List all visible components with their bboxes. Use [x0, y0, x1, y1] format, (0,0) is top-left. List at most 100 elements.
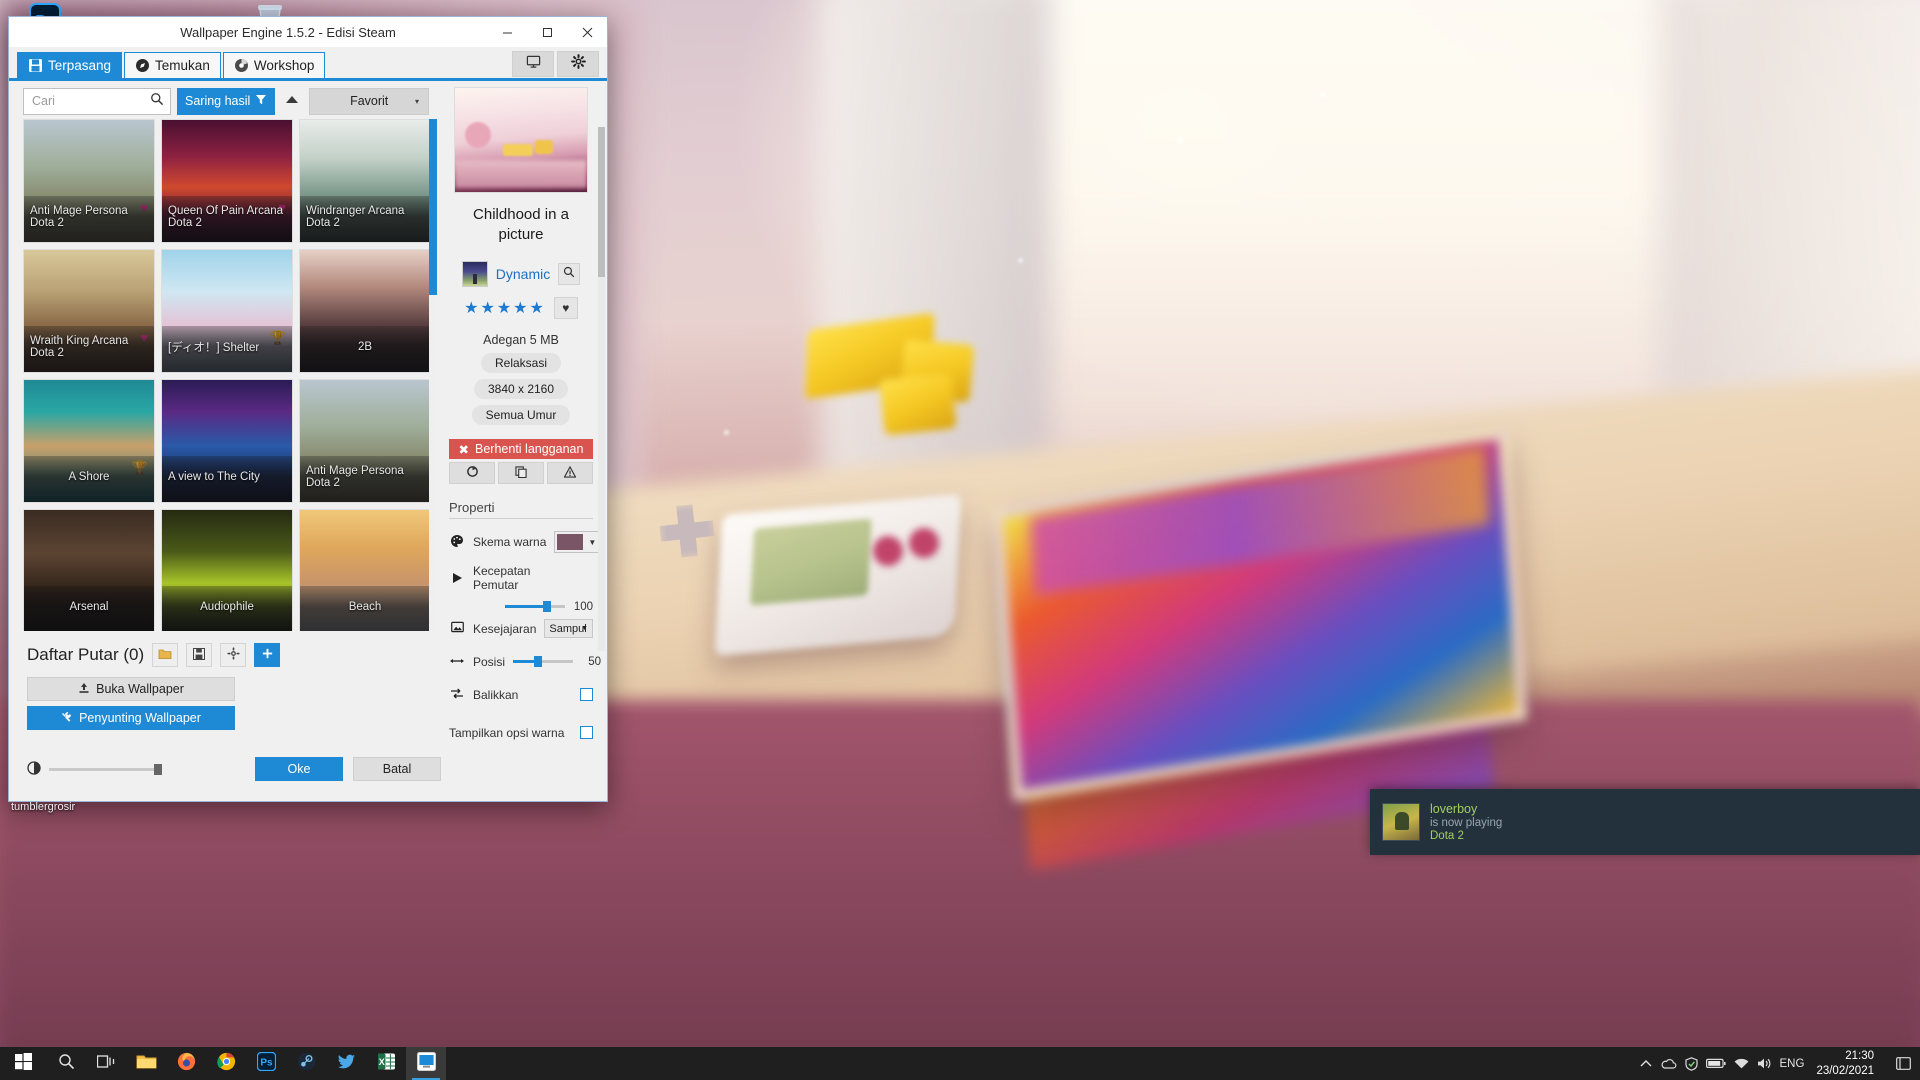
playback-speed-slider[interactable] [505, 601, 565, 613]
minimize-button[interactable] [487, 17, 527, 47]
wallpaper-engine-window: Wallpaper Engine 1.5.2 - Edisi Steam Ter… [8, 16, 608, 813]
monitor-button[interactable] [512, 51, 554, 77]
taskbar-excel[interactable]: X [366, 1047, 406, 1080]
search-icon[interactable] [150, 92, 164, 111]
taskbar-photoshop[interactable]: Ps [246, 1047, 286, 1080]
position-slider[interactable] [513, 656, 574, 668]
notification-center-button[interactable] [1892, 1047, 1914, 1080]
svg-text:X: X [378, 1056, 384, 1066]
wallpaper-card[interactable]: Anti Mage Persona Dota 2 [299, 379, 431, 503]
volume-slider-knob[interactable] [154, 763, 162, 775]
wallpaper-card[interactable]: Audiophile [161, 509, 293, 631]
grid-scrollbar-thumb[interactable] [429, 119, 437, 295]
property-row-show-color-options: Tampilkan opsi warna [449, 723, 593, 743]
wallpaper-gameboy-button-a [909, 528, 939, 558]
property-row-alignment: Kesejajaran Sampul ▼ [449, 619, 593, 639]
settings-button[interactable] [557, 51, 599, 77]
detail-size-label: Adegan 5 MB [483, 332, 559, 347]
show-color-options-checkbox[interactable] [580, 726, 593, 740]
wallpaper-editor-label: Penyunting Wallpaper [79, 711, 201, 725]
sort-dropdown[interactable]: Favorit ▾ [309, 87, 429, 115]
maximize-button[interactable] [527, 17, 567, 47]
ok-button[interactable]: Oke [255, 757, 343, 781]
wallpaper-card[interactable]: 2B [299, 249, 431, 373]
image-icon [449, 621, 465, 636]
taskbar-steam[interactable] [286, 1047, 326, 1080]
upload-icon [78, 682, 90, 697]
detail-preview-image[interactable] [454, 87, 588, 194]
unsubscribe-label: Berhenti langganan [475, 442, 584, 457]
sort-value: Favorit [350, 94, 389, 108]
taskbar-firefox[interactable] [166, 1047, 206, 1080]
filter-button[interactable]: Saring hasil [177, 87, 276, 115]
wallpaper-card[interactable]: Beach [299, 509, 431, 631]
rating-stars[interactable]: ★★★★★ [464, 298, 546, 318]
tab-workshop[interactable]: Workshop [222, 52, 326, 78]
detail-tag[interactable]: Semua Umur [471, 404, 571, 425]
wallpaper-yellow-block-2 [879, 372, 957, 436]
wallpaper-card[interactable]: ♥Wraith King Arcana Dota 2 [23, 249, 155, 373]
wallpaper-title: Queen Of Pain Arcana Dota 2 [162, 196, 292, 242]
notification-text: loverboy is now playing Dota 2 [1430, 802, 1502, 842]
search-icon [563, 265, 575, 283]
open-wallpaper-button[interactable]: Buka Wallpaper [27, 677, 235, 701]
window-titlebar[interactable]: Wallpaper Engine 1.5.2 - Edisi Steam [9, 17, 607, 47]
taskbar-file-explorer[interactable] [126, 1047, 166, 1080]
taskbar-bird-app[interactable] [326, 1047, 366, 1080]
firefox-icon [177, 1052, 196, 1076]
chevron-up-icon[interactable] [1640, 1059, 1652, 1069]
window-body: Cari Saring hasil Favorit ▾ Anti Mage Pe… [9, 81, 607, 743]
author-search-button[interactable] [558, 262, 581, 285]
taskbar-search[interactable] [46, 1047, 86, 1080]
detail-author-name[interactable]: Dynamic [496, 266, 550, 282]
taskbar-wallpaper-engine[interactable] [406, 1047, 446, 1080]
volume-icon[interactable] [1757, 1057, 1772, 1070]
wallpaper-card[interactable]: A view to The City [161, 379, 293, 503]
search-input[interactable]: Cari [23, 87, 171, 115]
clock-time: 21:30 [1845, 1050, 1874, 1063]
grid-scrollbar[interactable] [429, 119, 437, 631]
start-button[interactable] [0, 1047, 46, 1080]
detail-tag[interactable]: Relaksasi [480, 352, 562, 373]
alignment-dropdown[interactable]: Sampul ▼ [544, 619, 593, 639]
steam-notification[interactable]: loverboy is now playing Dota 2 [1370, 789, 1920, 855]
wallpaper-card[interactable]: ♥Anti Mage Persona Dota 2 [23, 119, 155, 243]
color-scheme-picker[interactable]: ▼ [554, 531, 601, 554]
report-wallpaper-button[interactable] [547, 462, 593, 485]
detail-tag[interactable]: 3840 x 2160 [473, 378, 569, 399]
wallpaper-card[interactable]: ♥Queen Of Pain Arcana Dota 2 [161, 119, 293, 243]
tab-terpasang[interactable]: Terpasang [17, 52, 123, 78]
clock[interactable]: 21:30 23/02/2021 [1812, 1049, 1884, 1078]
copy-wallpaper-button[interactable] [498, 462, 544, 485]
favorite-button[interactable]: ♥ [553, 296, 578, 319]
close-icon: ✖ [458, 442, 470, 457]
playlist-settings-button[interactable] [220, 643, 247, 667]
playlist-title: Daftar Putar (0) [27, 645, 145, 664]
wallpaper-card[interactable]: 🏆[ディオ！] Shelter [161, 249, 293, 373]
detail-scrollbar-thumb[interactable] [598, 127, 605, 277]
save-playlist-button[interactable] [186, 643, 213, 667]
wallpaper-card[interactable]: 🏆A Shore [23, 379, 155, 503]
network-icon[interactable] [1734, 1058, 1749, 1070]
close-button[interactable] [567, 17, 607, 47]
collapse-filters-button[interactable] [281, 88, 303, 115]
wallpaper-card[interactable]: Windranger Arcana Dota 2 [299, 119, 431, 243]
reload-wallpaper-button[interactable] [449, 462, 495, 485]
flip-checkbox[interactable] [580, 688, 593, 702]
onedrive-icon[interactable] [1660, 1058, 1677, 1070]
open-playlist-button[interactable] [152, 643, 179, 667]
tab-temukan[interactable]: Temukan [124, 52, 221, 78]
volume-slider[interactable] [49, 763, 162, 775]
shield-icon[interactable] [1684, 1056, 1698, 1071]
taskbar-chrome[interactable] [206, 1047, 246, 1080]
taskbar-task-view[interactable] [86, 1047, 126, 1080]
unsubscribe-button[interactable]: ✖ Berhenti langganan [449, 438, 593, 460]
wallpaper-editor-button[interactable]: Penyunting Wallpaper [27, 706, 235, 730]
cancel-button[interactable]: Batal [353, 757, 441, 781]
wallpaper-card[interactable]: Arsenal [23, 509, 155, 631]
detail-scrollbar[interactable] [598, 127, 605, 651]
add-playlist-button[interactable] [254, 643, 281, 667]
battery-icon[interactable] [1705, 1058, 1726, 1069]
avatar[interactable] [461, 260, 488, 287]
language-indicator[interactable]: ENG [1780, 1058, 1805, 1070]
